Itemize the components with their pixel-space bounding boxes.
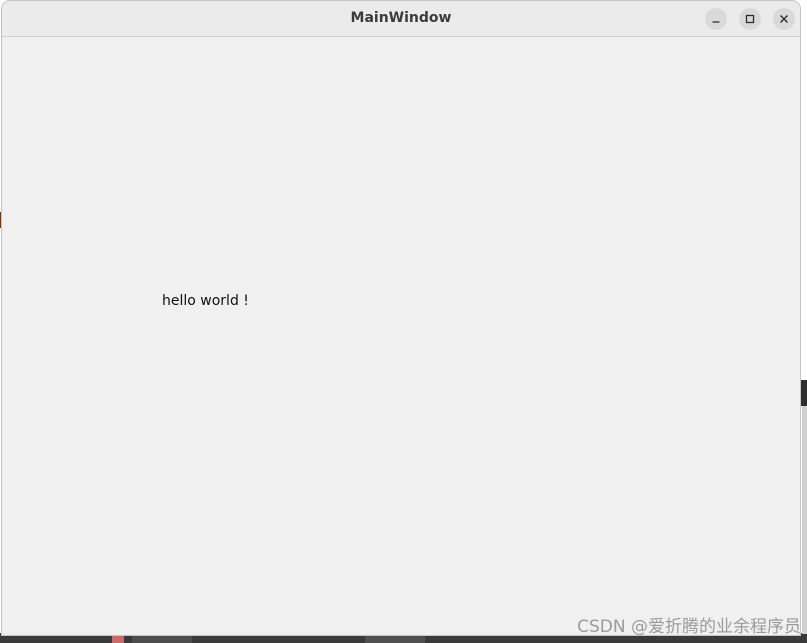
window-title: MainWindow (350, 10, 452, 26)
title-bar[interactable]: MainWindow (2, 1, 800, 37)
window-content: hello world ! (2, 37, 800, 635)
close-icon (780, 15, 788, 23)
watermark: CSDN @爱折腾的业余程序员 (577, 617, 801, 637)
minimize-icon (712, 21, 720, 23)
main-window: MainWindow hello world ! (1, 0, 801, 636)
hello-label: hello world ! (162, 293, 249, 309)
desktop-fragment (802, 406, 807, 634)
maximize-icon (745, 14, 755, 24)
minimize-button[interactable] (705, 8, 727, 30)
maximize-button[interactable] (739, 8, 761, 30)
close-button[interactable] (773, 8, 795, 30)
desktop-fragment (801, 380, 807, 406)
